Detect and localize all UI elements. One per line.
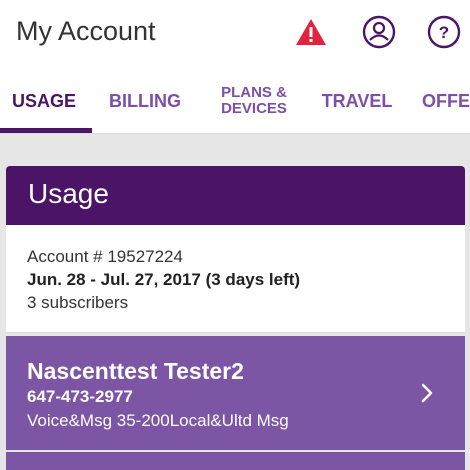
usage-header: Usage	[6, 166, 465, 225]
page-title: My Account	[16, 16, 156, 46]
subscriber-count: 3 subscribers	[27, 293, 129, 312]
account-number: Account # 19527224	[27, 247, 183, 266]
usage-title: Usage	[28, 178, 109, 209]
subscriber-card[interactable]: Nascenttest Tester2 647-473-2977 Voice&M…	[6, 336, 465, 450]
chevron-right-icon	[421, 383, 433, 403]
subscriber-plan: Voice&Msg 35-200Local&Ultd Msg	[27, 411, 289, 430]
tab-plans-devices[interactable]: PLANS & DEVICES	[206, 68, 302, 133]
account-summary-card: Account # 19527224 Jun. 28 - Jul. 27, 20…	[6, 225, 465, 333]
billing-period: Jun. 28 - Jul. 27, 2017 (3 days left)	[27, 270, 301, 289]
tab-billing[interactable]: BILLING	[100, 68, 190, 133]
tab-bar: USAGE BILLING PLANS & DEVICES TRAVEL OFF…	[0, 68, 470, 134]
tab-offers[interactable]: OFFE	[422, 68, 470, 133]
subscriber-phone: 647-473-2977	[27, 387, 133, 406]
top-app-bar: My Account ?	[0, 0, 470, 68]
tab-usage[interactable]: USAGE	[0, 68, 88, 133]
svg-text:?: ?	[439, 23, 449, 42]
help-icon[interactable]: ?	[427, 15, 461, 49]
alert-icon[interactable]	[294, 15, 328, 49]
profile-icon[interactable]	[362, 15, 396, 49]
tab-travel[interactable]: TRAVEL	[316, 68, 398, 133]
subscriber-name: Nascenttest Tester2	[27, 358, 244, 384]
active-tab-indicator	[0, 128, 92, 133]
subscriber-card-next[interactable]	[6, 452, 465, 470]
